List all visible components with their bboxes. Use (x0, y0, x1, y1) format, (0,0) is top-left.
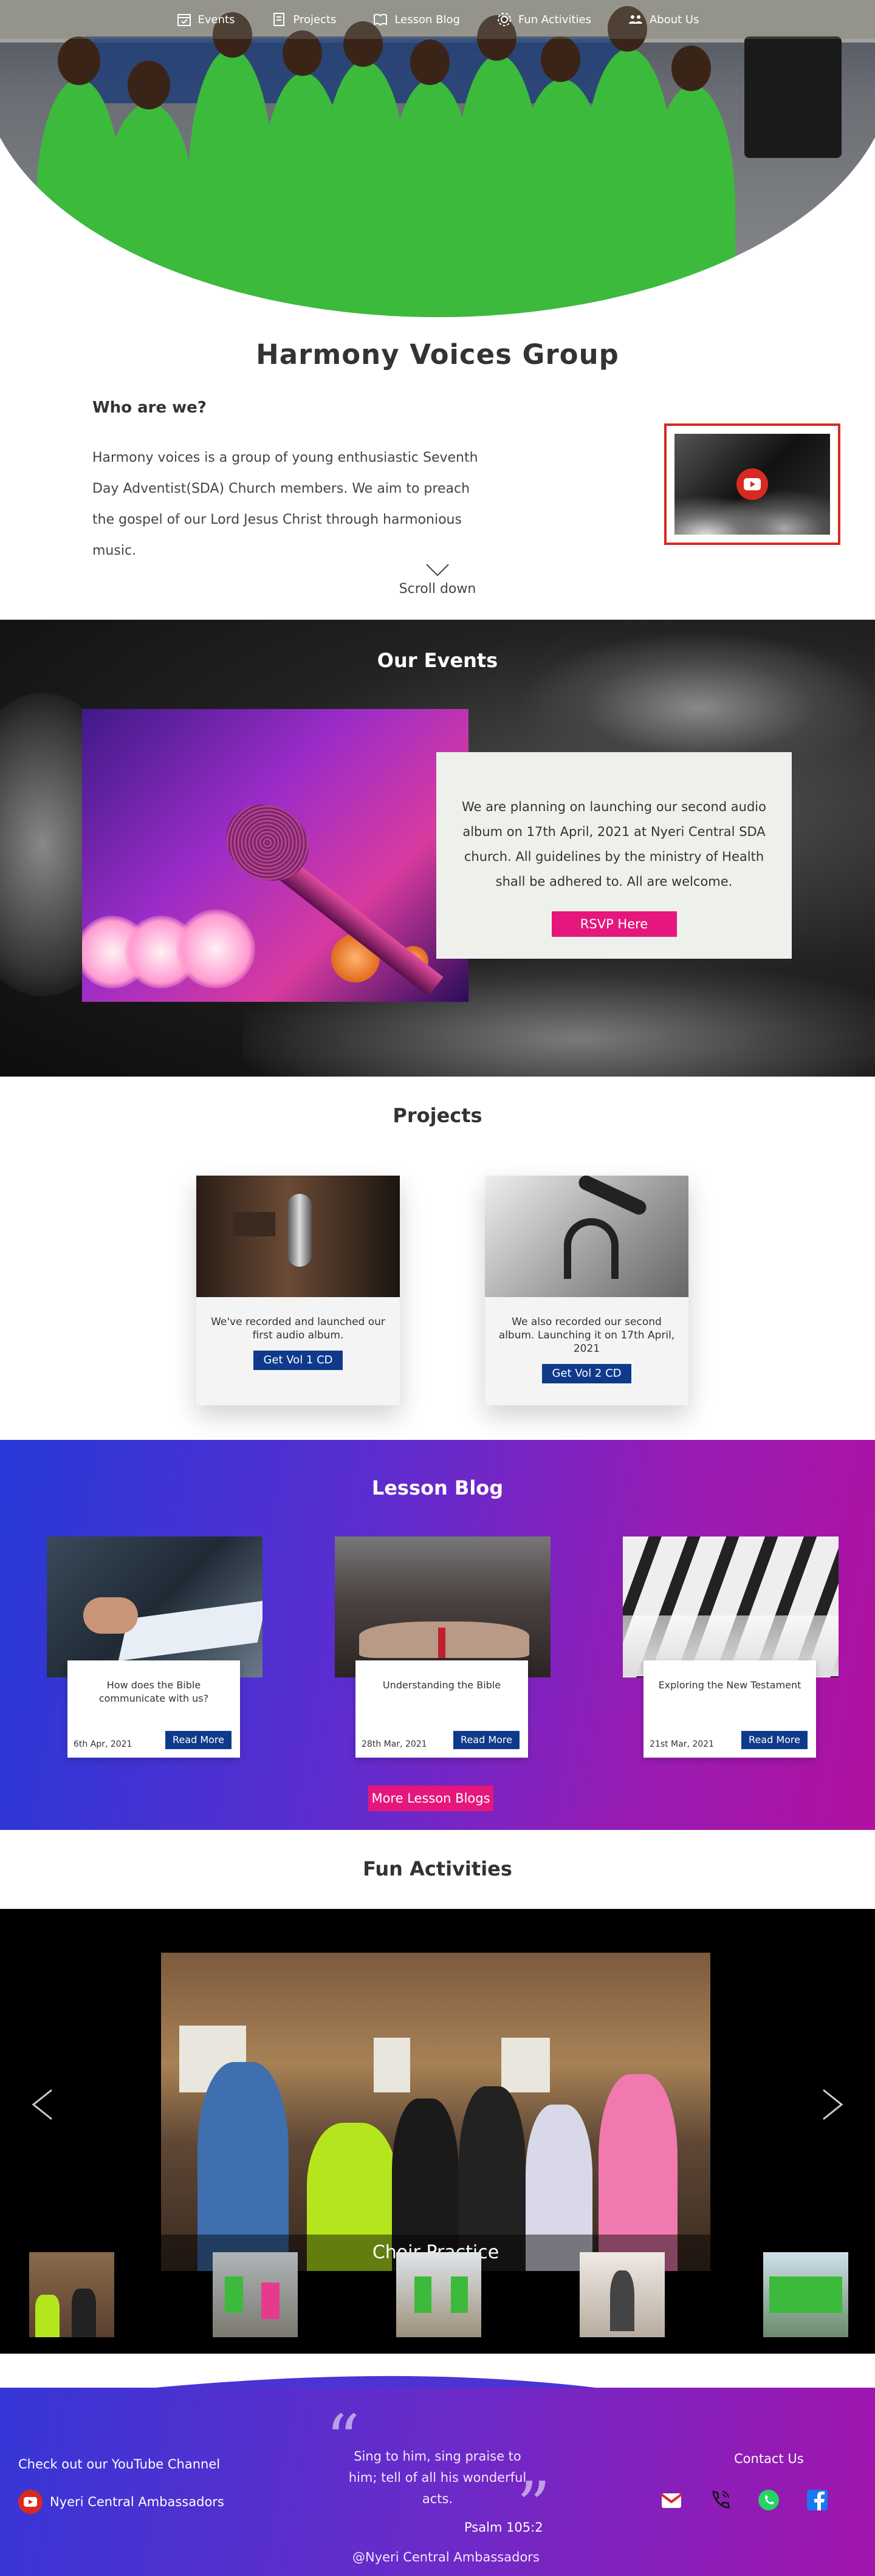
event-card: We are planning on launching our second … (436, 752, 792, 959)
scroll-down-label: Scroll down (399, 581, 476, 597)
rsvp-button[interactable]: RSVP Here (551, 911, 677, 937)
people-icon (628, 15, 642, 24)
youtube-channel-link[interactable]: Nyeri Central Ambassadors (18, 2490, 224, 2514)
youtube-channel-name: Nyeri Central Ambassadors (50, 2495, 224, 2509)
carousel-thumbnail[interactable] (580, 2252, 665, 2337)
blog-image-new-testament (623, 1536, 839, 1677)
scroll-down-button[interactable]: Scroll down (0, 562, 875, 597)
get-vol2-button[interactable]: Get Vol 2 CD (542, 1364, 631, 1383)
video-preview (674, 434, 830, 535)
contact-icons (659, 2488, 829, 2512)
blog-post-info: Understanding the Bible 28th Mar, 2021 R… (355, 1660, 528, 1758)
blog-post-date: 28th Mar, 2021 (362, 1739, 427, 1749)
project-card: We also recorded our second album. Launc… (485, 1176, 688, 1405)
blog-post-date: 21st Mar, 2021 (650, 1739, 714, 1749)
blog-post-title: Exploring the New Testament (658, 1679, 801, 1691)
youtube-video-thumbnail[interactable] (664, 423, 840, 545)
nav-label: About Us (649, 13, 699, 26)
about-text: Harmony voices is a group of young enthu… (92, 450, 478, 558)
social-handle: @Nyeri Central Ambassadors (352, 2550, 540, 2564)
nav-label: Fun Activities (518, 13, 591, 26)
youtube-channel-heading: Check out our YouTube Channel (18, 2457, 221, 2472)
chevron-down-icon (426, 564, 449, 577)
project-description: We've recorded and launched our first au… (211, 1316, 385, 1341)
verse-reference: Psalm 105:2 (464, 2520, 543, 2535)
carousel-prev-arrow-icon[interactable] (27, 2086, 58, 2123)
activities-carousel: Choir Practice (0, 1909, 875, 2354)
hero-group-photo (0, 0, 875, 317)
events-title: Our Events (377, 649, 498, 672)
blog-image-open-bible (335, 1536, 551, 1677)
nav-item-about-us[interactable]: About Us (628, 12, 699, 27)
bible-verse: Sing to him, sing praise to him; tell of… (348, 2449, 527, 2506)
blog-post-title: How does the Bible communicate with us? (98, 1679, 209, 1704)
read-more-button[interactable]: Read More (165, 1731, 232, 1749)
nav-label: Events (197, 13, 235, 26)
youtube-play-icon[interactable] (736, 468, 768, 500)
who-are-we-heading: Who are we? (92, 399, 207, 417)
carousel-thumbnail[interactable] (396, 2252, 481, 2337)
nav-label: Projects (293, 13, 337, 26)
fun-activities-title: Fun Activities (363, 1857, 512, 1880)
carousel-thumbnail[interactable] (213, 2252, 298, 2337)
carousel-thumbnail[interactable] (29, 2252, 114, 2337)
nav-item-lesson-blog[interactable]: Lesson Blog (372, 12, 460, 27)
blog-post-card: Exploring the New Testament 21st Mar, 20… (623, 1536, 839, 1758)
headphones-microphone-image (485, 1176, 688, 1297)
carousel-thumbnail[interactable] (763, 2252, 848, 2337)
lesson-blog-title: Lesson Blog (371, 1476, 504, 1499)
nav-label: Lesson Blog (394, 13, 460, 26)
book-icon (374, 13, 388, 26)
facebook-icon[interactable] (805, 2488, 829, 2512)
project-card: We've recorded and launched our first au… (196, 1176, 400, 1405)
blog-image-bible-reading (47, 1536, 262, 1677)
gear-icon (497, 13, 511, 26)
contact-heading: Contact Us (734, 2451, 804, 2466)
blog-post-card: Understanding the Bible 28th Mar, 2021 R… (335, 1536, 551, 1758)
whatsapp-icon[interactable] (757, 2488, 781, 2512)
page-title: Harmony Voices Group (256, 338, 619, 371)
projects-title: Projects (393, 1104, 482, 1127)
blog-post-card: How does the Bible communicate with us? … (47, 1536, 262, 1758)
nav-item-events[interactable]: Events (176, 12, 235, 27)
top-navigation: Events Projects Lesson Blog Fun Activiti… (0, 0, 875, 39)
get-vol1-button[interactable]: Get Vol 1 CD (253, 1351, 343, 1370)
event-description: We are planning on launching our second … (462, 800, 766, 889)
calendar-icon (177, 14, 191, 26)
blog-post-date: 6th Apr, 2021 (74, 1739, 132, 1749)
lesson-blog-section: Lesson Blog How does the Bible communica… (0, 1440, 875, 1830)
more-lesson-blogs-button[interactable]: More Lesson Blogs (368, 1786, 493, 1811)
carousel-next-arrow-icon[interactable] (817, 2086, 848, 2123)
studio-microphone-image (196, 1176, 400, 1297)
nav-item-fun-activities[interactable]: Fun Activities (496, 12, 591, 27)
carousel-slide: Choir Practice (161, 1953, 710, 2271)
gmail-icon[interactable] (659, 2488, 684, 2512)
blog-post-info: How does the Bible communicate with us? … (67, 1660, 240, 1758)
nav-item-projects[interactable]: Projects (271, 12, 336, 27)
notebook-icon (273, 13, 285, 26)
read-more-button[interactable]: Read More (453, 1731, 520, 1749)
events-section: Our Events We are planning on launching … (0, 620, 875, 1077)
read-more-button[interactable]: Read More (741, 1731, 808, 1749)
youtube-icon (18, 2490, 43, 2514)
page: Events Projects Lesson Blog Fun Activiti… (0, 0, 875, 2576)
hero-section (0, 0, 875, 319)
microphone-image (82, 709, 468, 1002)
blog-post-title: Understanding the Bible (382, 1679, 501, 1691)
blog-post-info: Exploring the New Testament 21st Mar, 20… (643, 1660, 816, 1758)
project-description: We also recorded our second album. Launc… (498, 1316, 675, 1355)
phone-icon[interactable] (708, 2488, 732, 2512)
